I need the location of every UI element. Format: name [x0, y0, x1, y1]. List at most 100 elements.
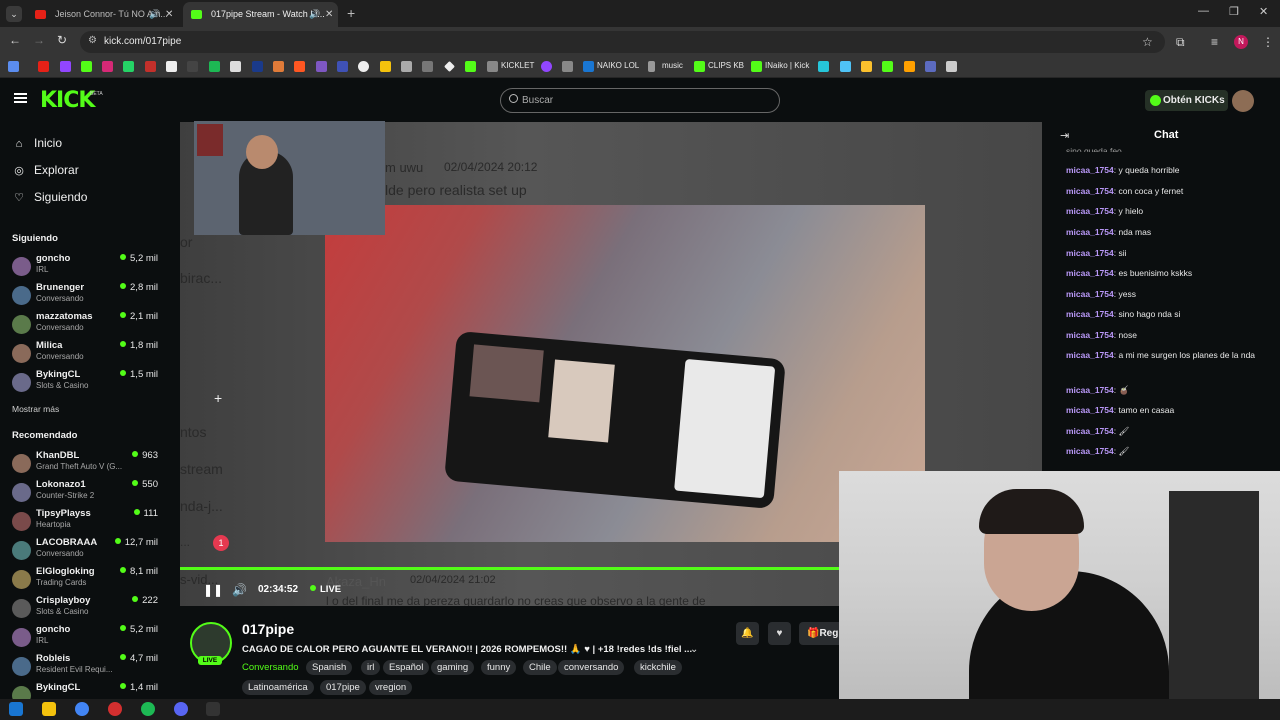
channel-row[interactable]: Crisplayboy Slots & Casino 222	[12, 595, 162, 624]
stream-tag[interactable]: conversando	[558, 660, 625, 675]
get-kicks-button[interactable]: Obtén KICKs	[1145, 90, 1228, 111]
menu-icon[interactable]	[14, 93, 27, 103]
chat-username[interactable]: micaa_1754	[1066, 186, 1114, 196]
close-tab-icon[interactable]: ✕	[165, 2, 173, 27]
chat-username[interactable]: micaa_1754	[1066, 206, 1114, 216]
stream-tag[interactable]: vregion	[369, 680, 413, 695]
notification-bell-icon[interactable]: 🔔	[736, 622, 759, 645]
stream-tag[interactable]: funny	[481, 660, 517, 675]
channel-row[interactable]: goncho IRL 5,2 mil	[12, 624, 162, 653]
back-icon[interactable]: ←	[9, 33, 21, 47]
app-icon[interactable]	[206, 702, 220, 716]
channel-row[interactable]: LACOBRAAA Conversando 12,7 mil	[12, 537, 162, 566]
playback-progress-bar[interactable]	[180, 567, 840, 570]
chat-username[interactable]: micaa_1754	[1066, 446, 1114, 456]
chat-username[interactable]: micaa_1754	[1066, 309, 1114, 319]
gift-sub-button[interactable]: 🎁Reg	[799, 622, 840, 645]
spotify-icon[interactable]	[141, 702, 155, 716]
chat-username[interactable]: micaa_1754	[1066, 330, 1114, 340]
stream-category[interactable]: Conversando	[242, 662, 299, 673]
channel-row[interactable]: Robleis Resident Evil Requi... 4,7 mil	[12, 653, 162, 682]
chat-username[interactable]: micaa_1754	[1066, 426, 1114, 436]
apps-icon[interactable]	[8, 61, 19, 72]
chevron-down-icon[interactable]: ⌄	[690, 644, 698, 655]
bookmark-kick-icon[interactable]	[81, 61, 92, 72]
bookmark-twitch-icon[interactable]	[60, 61, 71, 72]
bookmark-icon[interactable]	[882, 61, 893, 72]
bookmark-kicklet[interactable]: KICKLET	[501, 61, 534, 70]
chrome-icon[interactable]	[75, 702, 89, 716]
channel-row[interactable]: mazzatomas Conversando 2,1 mil	[12, 311, 162, 340]
chat-username[interactable]: micaa_1754	[1066, 268, 1114, 278]
extensions-icon[interactable]: ⧉	[1176, 35, 1185, 50]
stream-tag[interactable]: Español	[383, 660, 430, 675]
bookmark-icon[interactable]	[904, 61, 915, 72]
bookmark-pinterest-icon[interactable]	[145, 61, 156, 72]
stream-tag[interactable]: Chile	[523, 660, 557, 675]
chat-username[interactable]: micaa_1754	[1066, 227, 1114, 237]
browser-tab-youtube[interactable]: Jeison Connor- Tú NO Am... 🔊 ✕	[27, 2, 177, 27]
chat-username[interactable]: micaa_1754	[1066, 248, 1114, 258]
restore-button[interactable]: ❐	[1229, 5, 1239, 18]
pause-icon[interactable]: ❚❚	[203, 583, 223, 597]
channel-row[interactable]: goncho IRL 5,2 mil	[12, 253, 162, 282]
collapse-chat-icon[interactable]: ⇥	[1060, 129, 1069, 142]
stream-tag[interactable]: irl	[361, 660, 381, 675]
bookmark-instagram-icon[interactable]	[102, 61, 113, 72]
file-explorer-icon[interactable]	[42, 702, 56, 716]
obs-icon[interactable]	[108, 702, 122, 716]
bookmark-icon[interactable]	[358, 61, 369, 72]
omnibox[interactable]	[80, 31, 1165, 53]
bookmark-naiko-lol[interactable]: NAIKO LOL	[597, 61, 639, 70]
minimize-button[interactable]: —	[1198, 5, 1209, 17]
bookmark-icon[interactable]	[840, 61, 851, 72]
bookmark-icon[interactable]	[316, 61, 327, 72]
bookmark-spotify-icon[interactable]	[209, 61, 220, 72]
bookmark-icon[interactable]	[541, 61, 552, 72]
channel-row[interactable]: Lokonazo1 Counter-Strike 2 550	[12, 479, 162, 508]
bookmark-icon[interactable]	[252, 61, 263, 72]
bookmark-icon[interactable]	[273, 61, 284, 72]
bookmark-cat-icon[interactable]	[401, 61, 412, 72]
nav-following[interactable]: ♡ Siguiendo	[12, 190, 87, 204]
bookmark-star-icon[interactable]: ☆	[1142, 35, 1153, 49]
bookmark-x-icon[interactable]	[166, 61, 177, 72]
chat-username[interactable]: micaa_1754	[1066, 385, 1114, 395]
bookmark-icon[interactable]	[422, 61, 433, 72]
volume-icon[interactable]: 🔊	[232, 583, 247, 597]
nav-explore[interactable]: ◎ Explorar	[12, 163, 79, 177]
stream-tag[interactable]: kickchile	[634, 660, 682, 675]
bookmark-shield-icon[interactable]	[562, 61, 573, 72]
channel-row[interactable]: KhanDBL Grand Theft Auto V (G... 963	[12, 450, 162, 479]
bookmark-inaiko-kick[interactable]: INaiko | Kick	[765, 61, 809, 70]
chat-username[interactable]: micaa_1754	[1066, 405, 1114, 415]
bookmark-clips-kb[interactable]: CLIPS KB	[708, 61, 744, 70]
browser-menu-icon[interactable]: ⋮	[1262, 35, 1274, 49]
chat-username[interactable]: micaa_1754	[1066, 165, 1114, 175]
new-tab-button[interactable]: +	[347, 5, 355, 21]
bookmark-icon[interactable]	[294, 61, 305, 72]
browser-tab-kick[interactable]: 017pipe Stream - Watch Li... 🔊 ✕	[183, 2, 338, 27]
profile-avatar[interactable]: N	[1234, 35, 1248, 49]
reload-icon[interactable]: ↻	[57, 33, 67, 47]
stream-tag[interactable]: Latinoamérica	[242, 680, 314, 695]
forward-icon[interactable]: →	[33, 33, 45, 47]
bookmark-icon[interactable]	[925, 61, 936, 72]
bookmark-icon[interactable]	[337, 61, 348, 72]
media-control-icon[interactable]: ≡	[1211, 35, 1218, 49]
bookmark-music[interactable]: music	[662, 61, 683, 70]
url-text[interactable]: kick.com/017pipe	[104, 36, 181, 47]
chat-username[interactable]: micaa_1754	[1066, 350, 1114, 360]
close-tab-icon[interactable]: ✕	[325, 2, 333, 27]
bookmark-icon[interactable]	[861, 61, 872, 72]
stream-tag[interactable]: gaming	[431, 660, 475, 675]
channel-name[interactable]: 017pipe	[242, 621, 294, 637]
bookmark-youtube-icon[interactable]	[38, 61, 49, 72]
tab-search-button[interactable]: ⌄	[6, 6, 22, 22]
windows-start-icon[interactable]	[9, 702, 23, 716]
channel-row[interactable]: Brunenger Conversando 2,8 mil	[12, 282, 162, 311]
channel-row[interactable]: Milica Conversando 1,8 mil	[12, 340, 162, 369]
follow-heart-icon[interactable]: ♥	[768, 622, 791, 645]
show-more-link[interactable]: Mostrar más	[12, 404, 59, 414]
channel-row[interactable]: BykingCL Slots & Casino 1,5 mil	[12, 369, 162, 398]
